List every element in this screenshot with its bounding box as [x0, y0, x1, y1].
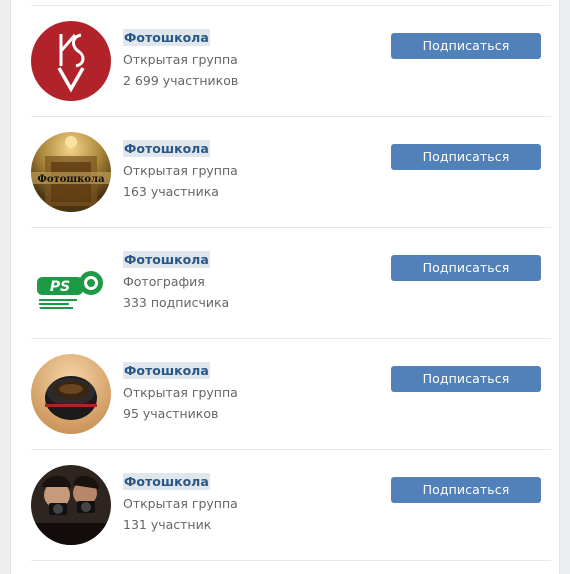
group-type: Фотография — [123, 274, 205, 289]
group-name-link[interactable]: Фотошкола — [123, 362, 210, 379]
subscribe-button[interactable]: Подписаться — [391, 366, 541, 392]
group-row: Фотошкола Фотошкола Открытая группа 163 … — [11, 117, 559, 228]
ps-school-logo-avatar[interactable]: PS — [31, 243, 111, 323]
group-row: Фотошкола Открытая группа 131 участник П… — [11, 450, 559, 561]
group-member-count: 333 подписчика — [123, 295, 230, 310]
group-member-count: 2 699 участников — [123, 73, 239, 88]
group-type: Открытая группа — [123, 496, 238, 511]
subscribe-button[interactable]: Подписаться — [391, 33, 541, 59]
group-name-link[interactable]: Фотошкола — [123, 251, 210, 268]
group-name-link[interactable]: Фотошкола — [123, 473, 210, 490]
groups-list-panel: Фотошкола Открытая группа 2 699 участник… — [11, 0, 559, 574]
group-type: Открытая группа — [123, 385, 238, 400]
group-name-link[interactable]: Фотошкола — [123, 29, 210, 46]
doorway-photo-avatar[interactable]: Фотошкола — [31, 132, 111, 212]
group-row: Фотошкола Открытая группа 2 699 участник… — [11, 6, 559, 117]
group-name-link[interactable]: Фотошкола — [123, 140, 210, 157]
camera-lens-photo-avatar[interactable] — [31, 354, 111, 434]
ksv-logo-avatar[interactable] — [31, 21, 111, 101]
subscribe-button[interactable]: Подписаться — [391, 255, 541, 281]
group-row: Фотошкола Открытая группа 95 участников … — [11, 339, 559, 450]
group-type: Открытая группа — [123, 52, 238, 67]
subscribe-button[interactable]: Подписаться — [391, 477, 541, 503]
group-member-count: 131 участник — [123, 517, 212, 532]
photographers-photo-avatar[interactable] — [31, 465, 111, 545]
group-member-count: 163 участника — [123, 184, 219, 199]
group-member-count: 95 участников — [123, 406, 219, 421]
avatar-caption: Фотошкола — [37, 174, 105, 185]
divider — [31, 560, 551, 561]
group-row: PS Фотошкола Фотография 333 подписчика П… — [11, 228, 559, 339]
subscribe-button[interactable]: Подписаться — [391, 144, 541, 170]
group-type: Открытая группа — [123, 163, 238, 178]
avatar-logo-text: PS — [50, 279, 70, 295]
